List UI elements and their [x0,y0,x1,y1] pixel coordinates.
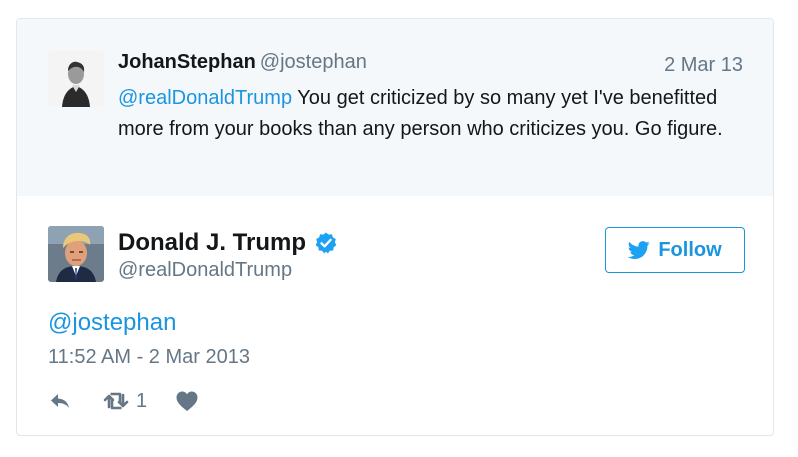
tweet-timestamp[interactable]: 11:52 AM - 2 Mar 2013 [48,346,250,369]
author-name-row[interactable]: Donald J. Trump [118,229,338,257]
twitter-bird-icon [628,241,650,259]
parent-display-name[interactable]: JohanStephan [118,51,256,73]
embedded-tweet-card: JohanStephan @jostephan 2 Mar 13 @realDon… [16,18,774,436]
heart-icon [176,391,198,411]
author-display-name[interactable]: Donald J. Trump [118,229,306,257]
tweet-mention-link[interactable]: @jostephan [48,309,176,336]
author-handle[interactable]: @realDonaldTrump [118,259,292,282]
parent-tweet[interactable]: JohanStephan @jostephan 2 Mar 13 @realDon… [17,19,773,196]
parent-avatar[interactable] [48,51,104,107]
like-button[interactable] [175,390,199,412]
parent-tweet-text: @realDonaldTrump You get criticized by s… [118,83,728,145]
retweet-icon [103,392,129,410]
parent-author[interactable]: JohanStephan @jostephan [118,51,367,74]
tweet-actions: 1 [48,389,199,413]
parent-handle[interactable]: @jostephan [260,51,367,73]
parent-date[interactable]: 2 Mar 13 [664,54,743,77]
retweet-count: 1 [136,389,148,412]
reply-icon [51,394,69,408]
reply-button[interactable] [48,391,72,411]
retweet-button[interactable]: 1 [102,390,147,413]
parent-mention-link[interactable]: @realDonaldTrump [118,87,292,109]
author-avatar[interactable] [48,226,104,282]
verified-badge-icon [314,231,338,255]
follow-button-label: Follow [658,238,722,261]
follow-button[interactable]: Follow [605,227,745,273]
tweet-text: @jostephan [48,309,176,337]
